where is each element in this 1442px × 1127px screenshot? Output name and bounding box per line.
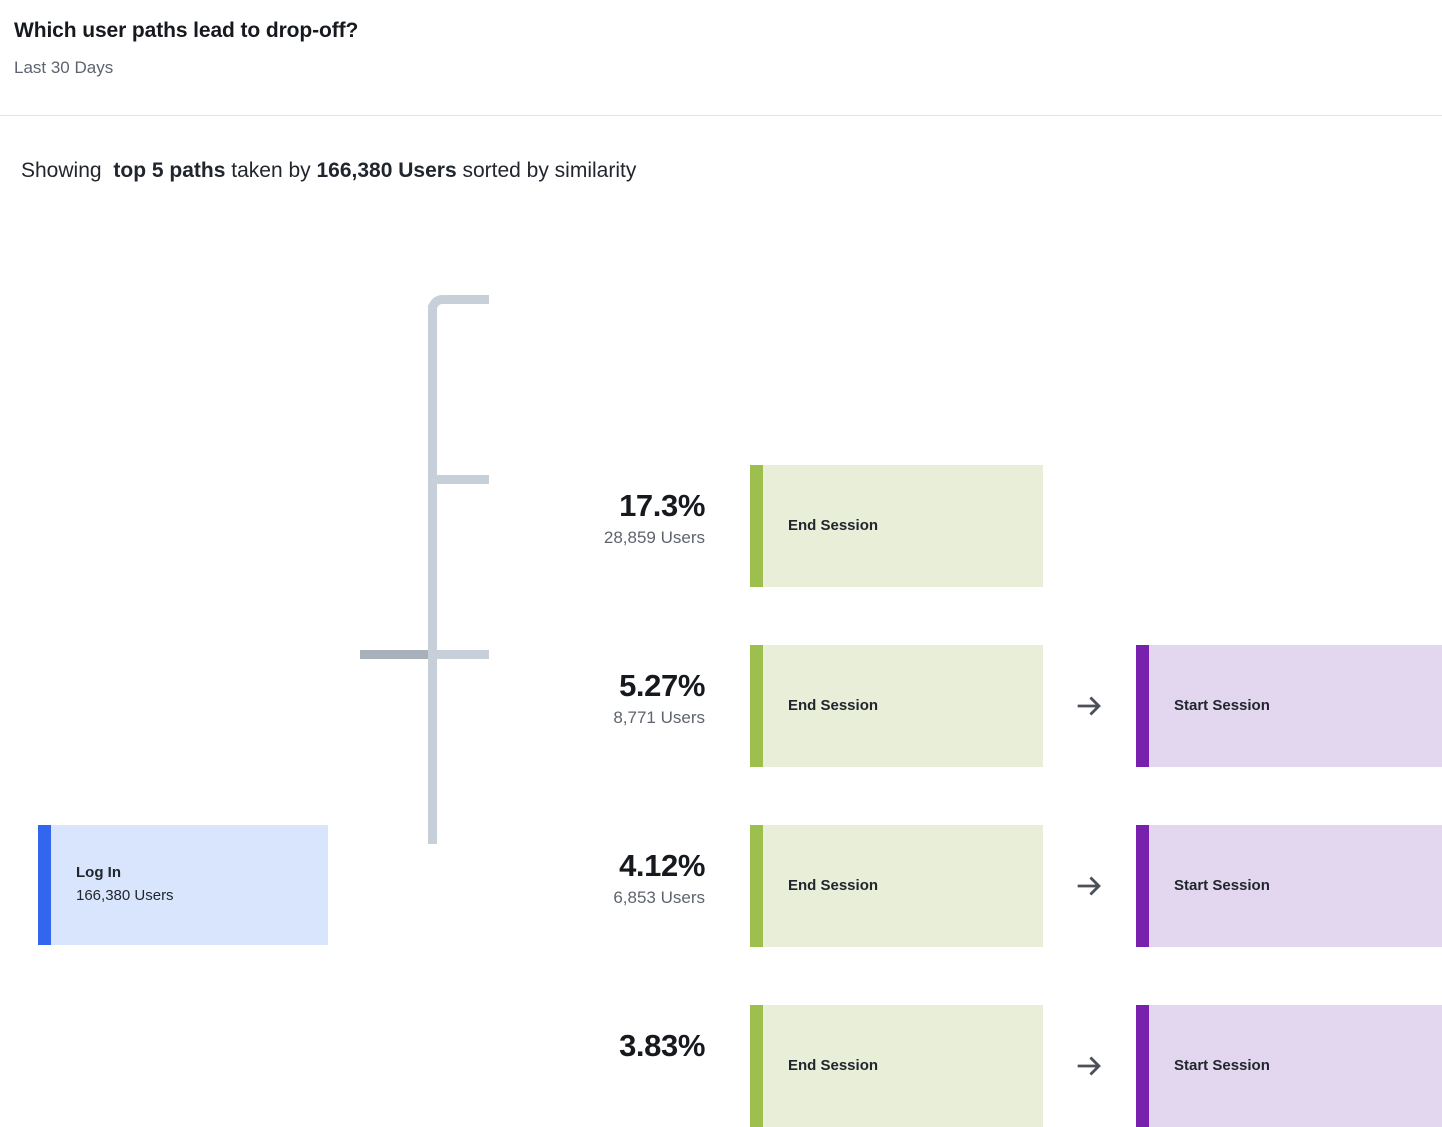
node-start-session[interactable]: Start Session [1136,645,1442,767]
node-start-session[interactable]: Start Session [1136,825,1442,947]
path-percent: 5.27% [619,668,705,703]
node-body: Log In 166,380 Users [51,825,328,945]
showing-summary: Showing top 5 paths taken by 166,380 Use… [0,116,1442,184]
node-body: Start Session [1149,1005,1442,1127]
node-accent-bar [1136,1005,1149,1127]
path-metric: 17.3% 28,859 Users [515,487,706,550]
node-end-session[interactable]: End Session [750,825,1043,947]
path-metric: 5.27% 8,771 Users [515,667,705,730]
path-users: 6,853 Users [613,888,705,907]
node-accent-bar [750,825,763,947]
node-label: Start Session [1174,1057,1270,1074]
panel-header: Which user paths lead to drop-off? Last … [0,0,1442,115]
path-diagram: Log In 166,380 Users 17.3% 28,859 Users … [0,184,1442,1127]
node-end-session[interactable]: End Session [750,465,1043,587]
arrow-right-icon [1077,696,1101,716]
path-users: 28,859 Users [603,528,705,547]
node-accent-bar [750,1005,763,1127]
path-users: 8,771 Users [613,708,705,727]
node-body: End Session [763,825,1043,947]
path-percent: 4.12% [619,848,705,883]
path-metric: 4.12% 6,853 Users [515,847,705,910]
arrow-right-icon [1077,876,1101,896]
node-body: End Session [763,1005,1043,1127]
showing-paths-count[interactable]: top 5 paths [113,159,225,182]
node-accent-bar [750,645,763,767]
node-label: End Session [788,1057,879,1074]
date-range-subtitle: Last 30 Days [14,58,114,77]
path-metric: 3.83% [515,1027,705,1066]
path-percent: 3.83% [619,1028,705,1063]
node-accent-bar [1136,645,1149,767]
showing-suffix: sorted by similarity [462,159,637,182]
node-accent-bar [1136,825,1149,947]
node-body: Start Session [1149,825,1442,947]
node-label: End Session [788,697,879,714]
node-end-session[interactable]: End Session [750,645,1043,767]
node-body: End Session [763,465,1043,587]
path-percent: 17.3% [619,488,705,523]
node-label: Log In [76,864,121,881]
node-label: Start Session [1174,877,1270,894]
node-user-count: 166,380 Users [76,887,174,904]
node-body: Start Session [1149,645,1442,767]
node-label: End Session [788,517,879,534]
node-start-session[interactable]: Start Session [1136,1005,1442,1127]
showing-users-count[interactable]: 166,380 Users [317,159,457,182]
showing-middle: taken by [231,159,311,182]
node-accent-bar [38,825,51,945]
showing-prefix: Showing [21,159,102,182]
node-log-in[interactable]: Log In 166,380 Users [38,825,328,945]
node-end-session[interactable]: End Session [750,1005,1043,1127]
node-accent-bar [750,465,763,587]
arrow-right-icon [1077,1056,1101,1076]
node-body: End Session [763,645,1043,767]
node-label: Start Session [1174,697,1270,714]
page-title: Which user paths lead to drop-off? [14,19,359,42]
node-label: End Session [788,877,879,894]
